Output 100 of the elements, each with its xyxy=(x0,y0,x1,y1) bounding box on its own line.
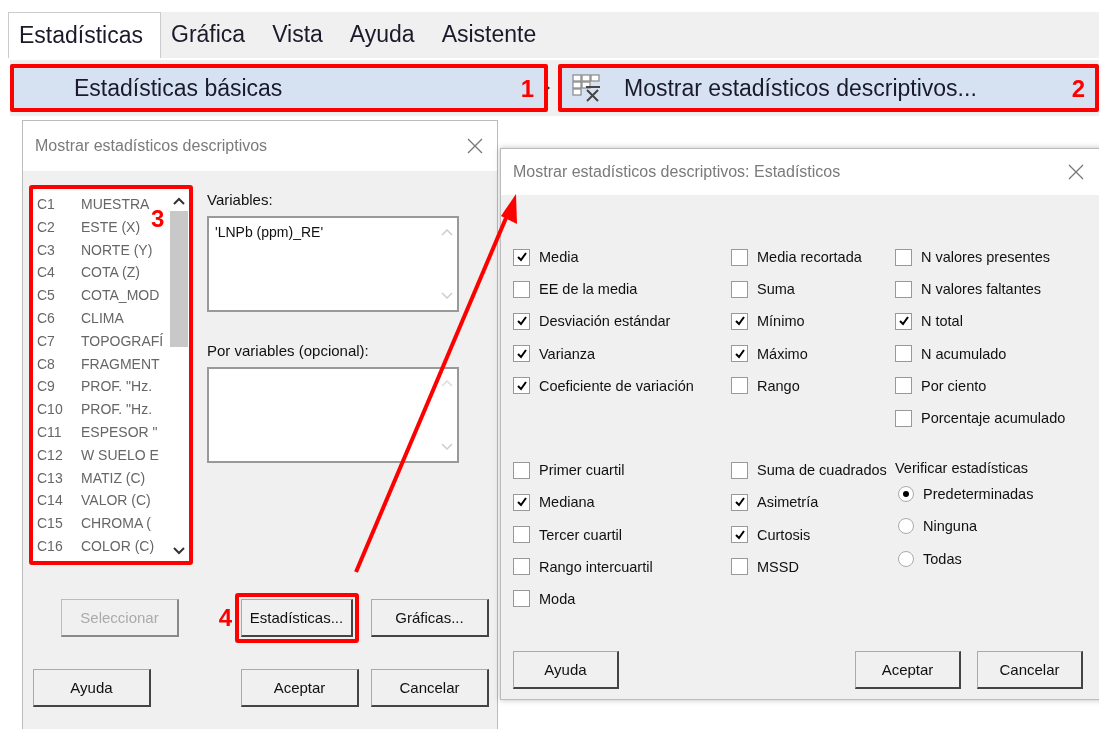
callout-number: 4 xyxy=(218,604,232,632)
column-item[interactable]: C5 COTA_MOD xyxy=(33,284,160,307)
menu-item[interactable]: Mostrar estadísticos descriptivos... 2 xyxy=(558,64,1099,112)
checkbox-label: Suma xyxy=(757,281,795,298)
menu-item[interactable]: Ayuda xyxy=(339,12,432,58)
checkbox[interactable] xyxy=(513,461,530,479)
callout-number: 3 xyxy=(151,205,165,233)
dialog-button[interactable]: Ayuda xyxy=(33,669,151,707)
column-item[interactable]: C6 CLIMA xyxy=(33,307,124,330)
checkbox[interactable] xyxy=(731,558,748,576)
checkbox[interactable] xyxy=(513,558,530,576)
checkbox[interactable] xyxy=(513,345,530,363)
checkbox[interactable] xyxy=(895,280,912,298)
radio-label: Todas xyxy=(923,550,962,567)
dialog-button[interactable]: Aceptar xyxy=(241,669,359,707)
checkbox[interactable] xyxy=(513,312,530,330)
checkbox[interactable] xyxy=(731,526,748,544)
checkbox-label: Rango xyxy=(757,377,800,394)
checkbox[interactable] xyxy=(895,377,912,395)
checkbox[interactable] xyxy=(731,345,748,363)
checkbox[interactable] xyxy=(513,590,530,608)
checkbox[interactable] xyxy=(731,461,748,479)
column-item[interactable]: C15 CHROMA ( xyxy=(33,512,151,535)
dialog-button[interactable]: Ayuda xyxy=(513,651,619,690)
checkbox[interactable] xyxy=(895,409,912,427)
checkbox-label: Máximo xyxy=(757,345,808,362)
checkbox[interactable] xyxy=(513,377,530,395)
column-item[interactable]: C1 MUESTRA xyxy=(33,193,150,216)
checkbox-label: Asimetría xyxy=(757,494,819,511)
menu-item[interactable]: Estadísticas básicas 1 xyxy=(10,64,548,112)
column-item[interactable]: C2 ESTE (X) xyxy=(33,215,141,239)
radio-label: Predeterminadas xyxy=(923,486,1034,503)
checkbox-label: N valores presentes xyxy=(921,249,1050,266)
checkbox-label: Porcentaje acumulado xyxy=(921,410,1066,427)
checkbox[interactable] xyxy=(513,280,530,298)
menu-item[interactable]: Estadísticas xyxy=(8,12,161,58)
checkbox-label: MSSD xyxy=(757,558,799,575)
scroll-thumb[interactable] xyxy=(170,211,188,347)
column-item[interactable]: C16 COLOR (C) xyxy=(33,534,155,558)
checkbox-label: Por ciento xyxy=(921,377,987,394)
checkbox-label: Media xyxy=(539,249,579,266)
dialog-button[interactable]: Estadísticas... xyxy=(241,599,353,637)
table-icon xyxy=(572,74,602,102)
checkbox[interactable] xyxy=(731,377,748,395)
column-item[interactable]: C7 TOPOGRAFÍ xyxy=(33,329,164,353)
checkbox-label: Rango intercuartil xyxy=(539,558,653,575)
menu-item[interactable]: Vista xyxy=(262,12,340,58)
checkbox-label: Media recortada xyxy=(757,249,862,266)
close-icon[interactable] xyxy=(1068,164,1084,180)
column-item[interactable]: C8 FRAGMENT xyxy=(33,352,160,376)
column-item[interactable]: C12 W SUELO E xyxy=(33,443,159,467)
dialog-button[interactable]: Cancelar xyxy=(371,669,489,707)
menu-label: Mostrar estadísticos descriptivos... xyxy=(624,74,977,102)
column-item[interactable]: C3 NORTE (Y) xyxy=(33,238,153,262)
group-label: Verificar estadísticas xyxy=(895,460,1029,477)
radio-button[interactable] xyxy=(898,550,914,567)
checkbox[interactable] xyxy=(513,526,530,544)
checkbox[interactable] xyxy=(731,493,748,511)
callout-number: 2 xyxy=(1071,75,1085,103)
column-item[interactable]: C13 MATIZ (C) xyxy=(33,466,146,490)
close-icon[interactable] xyxy=(467,138,483,154)
radio-button[interactable] xyxy=(898,486,914,503)
checkbox[interactable] xyxy=(731,312,748,330)
checkbox-label: Coeficiente de variación xyxy=(539,377,694,394)
window-title: Mostrar estadísticos descriptivos: Estadísticos xyxy=(513,163,842,181)
checkbox[interactable] xyxy=(731,280,748,298)
checkbox-label: N acumulado xyxy=(921,345,1007,362)
menu-item[interactable]: Asistente xyxy=(431,12,554,58)
checkbox-label: Mínimo xyxy=(757,313,805,330)
checkbox-label: Tercer cuartil xyxy=(539,526,622,543)
dialog-button[interactable]: Cancelar xyxy=(977,651,1083,690)
menu-item[interactable]: Gráfica xyxy=(161,12,263,58)
checkbox-label: EE de la media xyxy=(539,281,638,298)
menu-label: Estadísticas básicas xyxy=(74,74,283,102)
radio-label: Ninguna xyxy=(923,518,977,535)
checkbox[interactable] xyxy=(731,248,748,266)
radio-button[interactable] xyxy=(898,518,914,535)
checkbox-label: Curtosis xyxy=(757,526,811,543)
checkbox-label: N valores faltantes xyxy=(921,281,1042,298)
column-item[interactable]: C11 ESPESOR " xyxy=(33,420,158,444)
checkbox[interactable] xyxy=(895,248,912,266)
checkbox-label: Suma de cuadrados xyxy=(757,462,887,479)
scroll-down-icon[interactable] xyxy=(173,547,185,555)
column-item[interactable]: C9 PROF. "Hz. xyxy=(33,375,153,399)
checkbox-label: Varianza xyxy=(539,345,596,362)
checkbox[interactable] xyxy=(895,312,912,330)
column-item[interactable]: C4 COTA (Z) xyxy=(33,261,140,285)
column-item[interactable]: C14 VALOR (C) xyxy=(33,489,151,513)
column-list[interactable] xyxy=(29,185,193,565)
checkbox-label: Primer cuartil xyxy=(539,462,625,479)
checkbox-label: Moda xyxy=(539,590,576,607)
checkbox-label: N total xyxy=(921,313,963,330)
dialog-button[interactable]: Aceptar xyxy=(855,651,961,690)
checkbox[interactable] xyxy=(513,248,530,266)
column-item[interactable]: C10 PROF. "Hz. xyxy=(33,398,153,421)
dialog-button[interactable]: Gráficas... xyxy=(371,599,489,637)
window-title: Mostrar estadísticos descriptivos xyxy=(35,137,269,155)
scroll-up-icon[interactable] xyxy=(173,197,185,205)
checkbox[interactable] xyxy=(895,345,912,363)
checkbox[interactable] xyxy=(513,493,530,511)
